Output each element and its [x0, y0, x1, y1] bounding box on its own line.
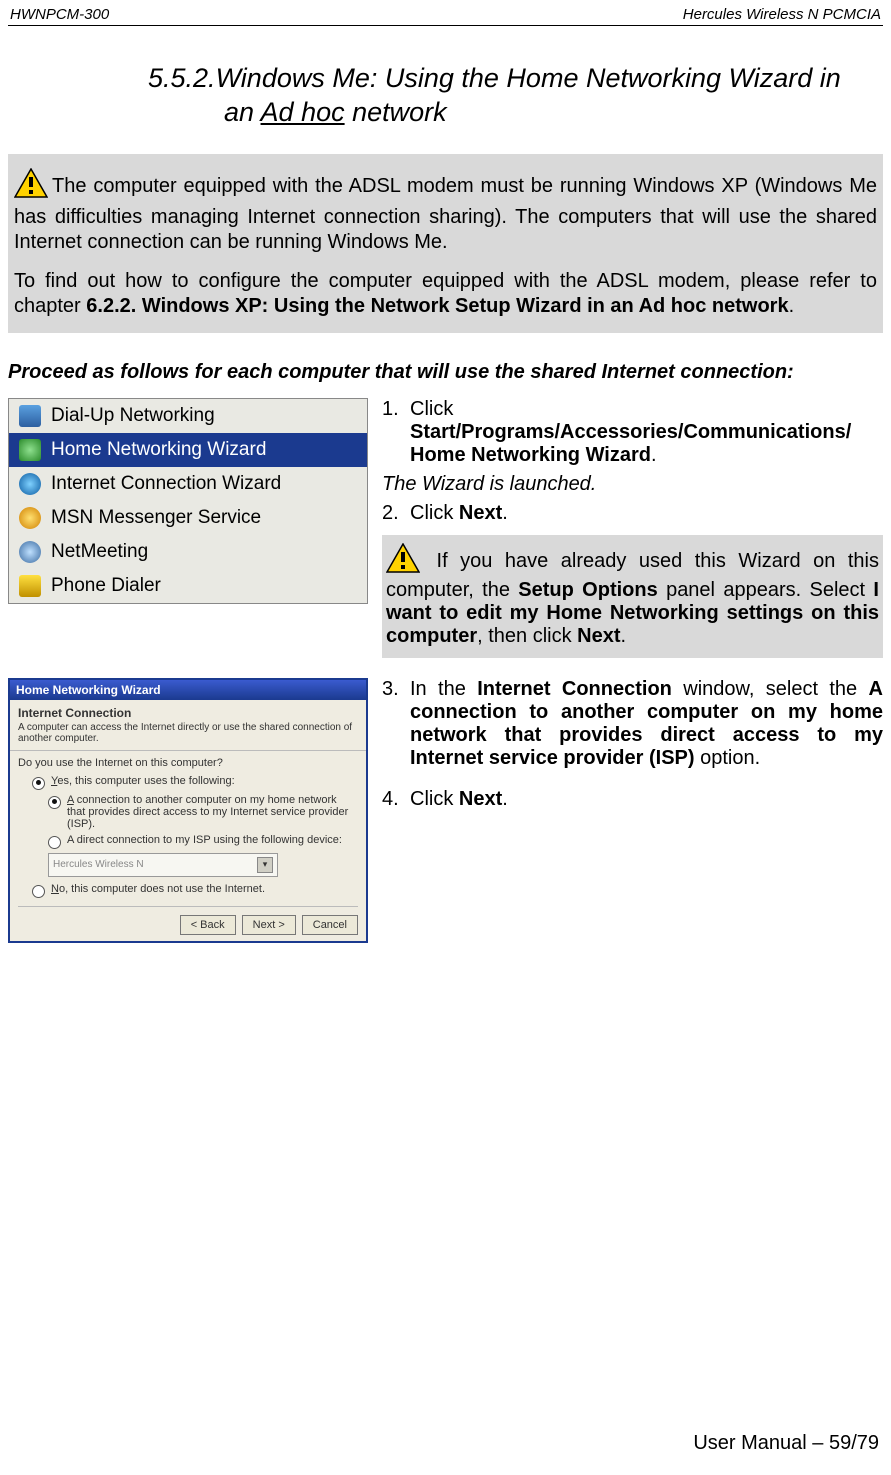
note2-next: Next: [577, 625, 620, 647]
home-networking-wizard-dialog: Home Networking Wizard Internet Connecti…: [8, 678, 368, 943]
globe-icon: [19, 473, 41, 495]
note-box-1: The computer equipped with the ADSL mode…: [8, 154, 883, 333]
chevron-down-icon: ▾: [257, 857, 273, 873]
step-number: 1.: [382, 398, 410, 467]
combo-value: Hercules Wireless N: [53, 859, 144, 870]
radio-icon: [32, 885, 45, 898]
header-right: Hercules Wireless N PCMCIA: [683, 6, 881, 23]
radio-icon: [32, 777, 45, 790]
wizard-launched-note: The Wizard is launched.: [382, 473, 883, 496]
step-number: 4.: [382, 788, 410, 811]
dialup-icon: [19, 405, 41, 427]
opt-a-text: connection to another computer on my hom…: [67, 794, 348, 830]
menu-item-phone-dialer[interactable]: Phone Dialer: [9, 569, 367, 603]
radio-icon: [48, 836, 61, 849]
radio-direct-connection[interactable]: A direct connection to my ISP using the …: [48, 834, 358, 849]
step4-next: Next: [459, 788, 502, 810]
step2-pre: Click: [410, 502, 459, 524]
step-2: 2. Click Next.: [382, 502, 883, 525]
cancel-button[interactable]: Cancel: [302, 915, 358, 935]
menu-item-label: Phone Dialer: [51, 575, 161, 597]
radio-connection-another-computer[interactable]: A connection to another computer on my h…: [48, 794, 358, 830]
note2-post: .: [621, 625, 627, 647]
section-number: 5.5.2.: [148, 63, 216, 93]
phone-icon: [19, 575, 41, 597]
warning-icon: [14, 168, 48, 205]
menu-item-label: NetMeeting: [51, 541, 148, 563]
menu-item-msn-messenger[interactable]: MSN Messenger Service: [9, 501, 367, 535]
note1-ref-bold: 6.2.2. Windows XP: Using the Network Set…: [86, 295, 788, 317]
dialog-titlebar: Home Networking Wizard: [10, 680, 366, 700]
section-title-line2-post: network: [345, 97, 447, 127]
opt-b-text: A direct connection to my ISP using the …: [67, 834, 342, 846]
step3-window: Internet Connection: [477, 678, 672, 700]
section-title-adhoc: Ad hoc: [261, 97, 345, 127]
radio-no-accel: N: [51, 883, 59, 895]
note2-setup-options: Setup Options: [518, 579, 657, 601]
section-heading: 5.5.2.Windows Me: Using the Home Network…: [148, 62, 883, 130]
page-footer: User Manual – 59/79: [8, 1432, 883, 1455]
step3-pre: In the: [410, 678, 477, 700]
step4-pre: Click: [410, 788, 459, 810]
communications-menu: Dial-Up Networking Home Networking Wizar…: [8, 398, 368, 604]
menu-item-home-networking-wizard[interactable]: Home Networking Wizard: [9, 433, 367, 467]
next-button[interactable]: Next >: [242, 915, 296, 935]
section-title-line2-pre: an: [224, 97, 261, 127]
note2-mid2: , then click: [477, 625, 577, 647]
opt-a-accel: A: [67, 794, 74, 806]
proceed-subhead: Proceed as follows for each computer tha…: [8, 361, 883, 384]
step3-post: option.: [695, 747, 761, 769]
wizard-icon: [19, 439, 41, 461]
step1-post: .: [651, 444, 657, 466]
dialog-subtext: A computer can access the Internet direc…: [18, 722, 358, 744]
step3-mid: window, select the: [672, 678, 869, 700]
back-button[interactable]: < Back: [180, 915, 236, 935]
radio-yes-accel: Y: [51, 775, 57, 787]
note2-mid1: panel appears. Select: [658, 579, 874, 601]
header-left: HWNPCM-300: [10, 6, 109, 23]
page-header: HWNPCM-300 Hercules Wireless N PCMCIA: [8, 6, 883, 26]
radio-icon: [48, 796, 61, 809]
note1-ref-post: .: [789, 295, 795, 317]
note1-text: The computer equipped with the ADSL mode…: [14, 175, 877, 253]
menu-item-label: Home Networking Wizard: [51, 439, 266, 461]
radio-no[interactable]: No, this computer does not use the Inter…: [32, 883, 358, 898]
radio-yes[interactable]: Yes, this computer uses the following:: [32, 775, 358, 790]
step-4: 4. Click Next.: [382, 788, 883, 811]
section-title-line1: Windows Me: Using the Home Networking Wi…: [216, 63, 841, 93]
device-combo[interactable]: Hercules Wireless N ▾: [48, 853, 278, 877]
step1-pre: Click: [410, 398, 453, 420]
step-number: 2.: [382, 502, 410, 525]
step-1: 1. Click Start/Programs/Accessories/Comm…: [382, 398, 883, 467]
menu-item-label: MSN Messenger Service: [51, 507, 261, 529]
note-box-2: If you have already used this Wizard on …: [382, 535, 883, 658]
step1-path: Start/Programs/Accessories/Communication…: [410, 421, 851, 466]
dialog-heading: Internet Connection: [18, 706, 358, 720]
messenger-icon: [19, 507, 41, 529]
step2-post: .: [502, 502, 508, 524]
menu-item-internet-connection-wizard[interactable]: Internet Connection Wizard: [9, 467, 367, 501]
dialog-question: Do you use the Internet on this computer…: [18, 757, 358, 769]
menu-item-netmeeting[interactable]: NetMeeting: [9, 535, 367, 569]
step2-next: Next: [459, 502, 502, 524]
netmeeting-icon: [19, 541, 41, 563]
step4-post: .: [502, 788, 508, 810]
step-3: 3. In the Internet Connection window, se…: [382, 678, 883, 770]
warning-icon: [386, 543, 420, 579]
step-number: 3.: [382, 678, 410, 770]
radio-no-text: o, this computer does not use the Intern…: [59, 883, 265, 895]
menu-item-label: Internet Connection Wizard: [51, 473, 281, 495]
menu-item-label: Dial-Up Networking: [51, 405, 215, 427]
menu-item-dialup[interactable]: Dial-Up Networking: [9, 399, 367, 433]
